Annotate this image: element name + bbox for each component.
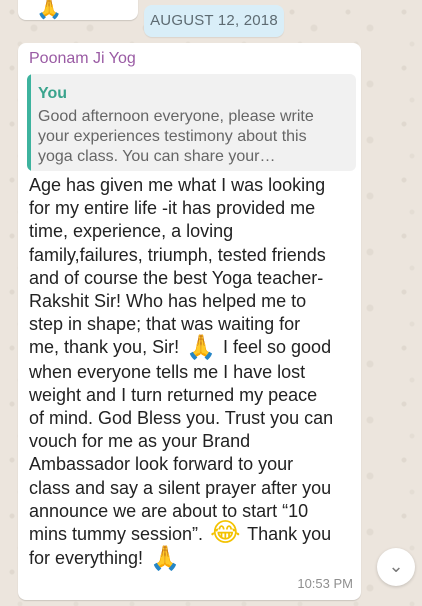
scroll-down-button[interactable]: ⌄ xyxy=(377,548,415,586)
joy-emoji-icon: 😂 xyxy=(210,518,241,549)
message-text-line: announce we are about to start “10 xyxy=(29,500,309,521)
message-text-line: me, thank you, Sir! 🙏 I feel so good xyxy=(29,332,356,361)
message-text-line: Rakshit Sir! Who has helped me to xyxy=(29,291,307,312)
quote-accent-bar xyxy=(27,74,31,171)
message-text-segment: Thank you xyxy=(247,524,332,545)
message-text-line: family,failures, triumph, tested friends xyxy=(29,244,326,265)
message-text-line: mins tummy session”. 😂 Thank you xyxy=(29,518,356,549)
message-text-segment: me, thank you, Sir! xyxy=(29,337,180,358)
double-chevron-down-icon: ⌄ xyxy=(388,556,404,577)
pray-emoji-icon: 🙏 xyxy=(150,543,180,572)
message-text-line: for everything! 🙏 xyxy=(29,543,356,572)
message-text: Age has given me what I was looking for … xyxy=(29,174,356,572)
quoted-text-line: your experiences testimony about this xyxy=(38,128,307,145)
message-text-line: class and say a silent prayer after you xyxy=(29,477,332,498)
quoted-text-line: yoga class. You can share your… xyxy=(38,148,276,165)
message-text-line: Ambassador look forward to your xyxy=(29,454,294,475)
message-text-line: time, experience, a loving xyxy=(29,221,234,242)
quoted-message[interactable]: You Good afternoon everyone, please writ… xyxy=(27,74,356,171)
message-text-line: Age has given me what I was looking xyxy=(29,175,326,195)
message-text-segment: for everything! xyxy=(29,548,144,569)
message-text-line: vouch for me as your Brand xyxy=(29,431,251,452)
date-separator: AUGUST 12, 2018 xyxy=(144,5,284,37)
quoted-author: You xyxy=(38,85,68,102)
message-text-line: and of course the best Yoga teacher- xyxy=(29,267,324,288)
sender-name[interactable]: Poonam Ji Yog xyxy=(29,49,136,69)
message-text-line: for my entire life -it has provided me xyxy=(29,198,316,219)
message-text-segment: mins tummy session”. xyxy=(29,524,204,545)
message-timestamp: 10:53 PM xyxy=(297,576,353,591)
quoted-text: Good afternoon everyone, please write yo… xyxy=(38,107,348,167)
message-bubble[interactable]: Poonam Ji Yog You Good afternoon everyon… xyxy=(18,43,361,600)
pray-emoji-icon: 🙏 xyxy=(186,332,216,361)
message-text-segment: I feel so good xyxy=(223,337,332,358)
message-text-line: when everyone tells me I have lost xyxy=(29,361,306,382)
message-text-line: weight and I turn returned my peace xyxy=(29,384,318,405)
quoted-text-line: Good afternoon everyone, please write xyxy=(38,108,314,125)
pray-emoji-icon: 🙏 xyxy=(36,0,63,20)
message-text-line: of mind. God Bless you. Trust you can xyxy=(29,408,334,429)
